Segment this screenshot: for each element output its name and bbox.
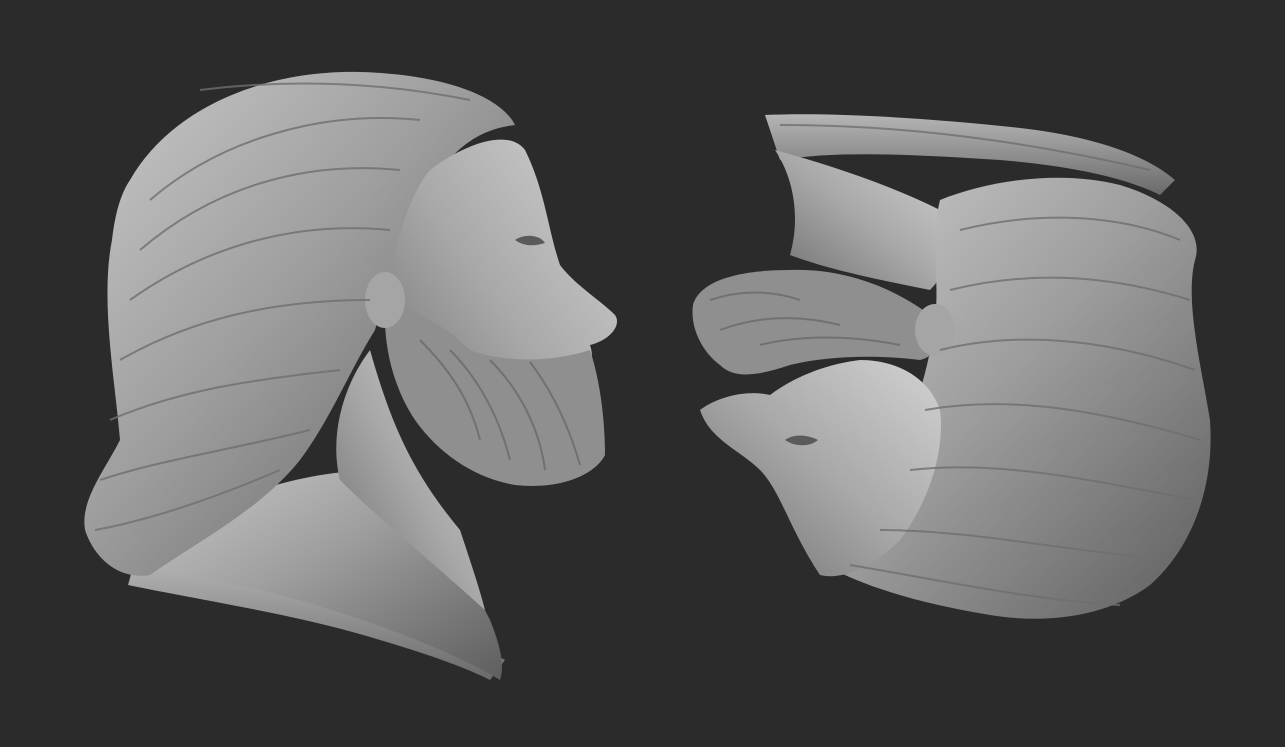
flipped-beard (692, 269, 939, 375)
render-canvas (84, 71, 1211, 680)
ear (365, 272, 405, 328)
bust-model-left[interactable] (84, 71, 618, 680)
bust-model-right[interactable] (692, 114, 1211, 619)
3d-viewport[interactable] (0, 0, 1285, 747)
flipped-neck (775, 150, 951, 290)
